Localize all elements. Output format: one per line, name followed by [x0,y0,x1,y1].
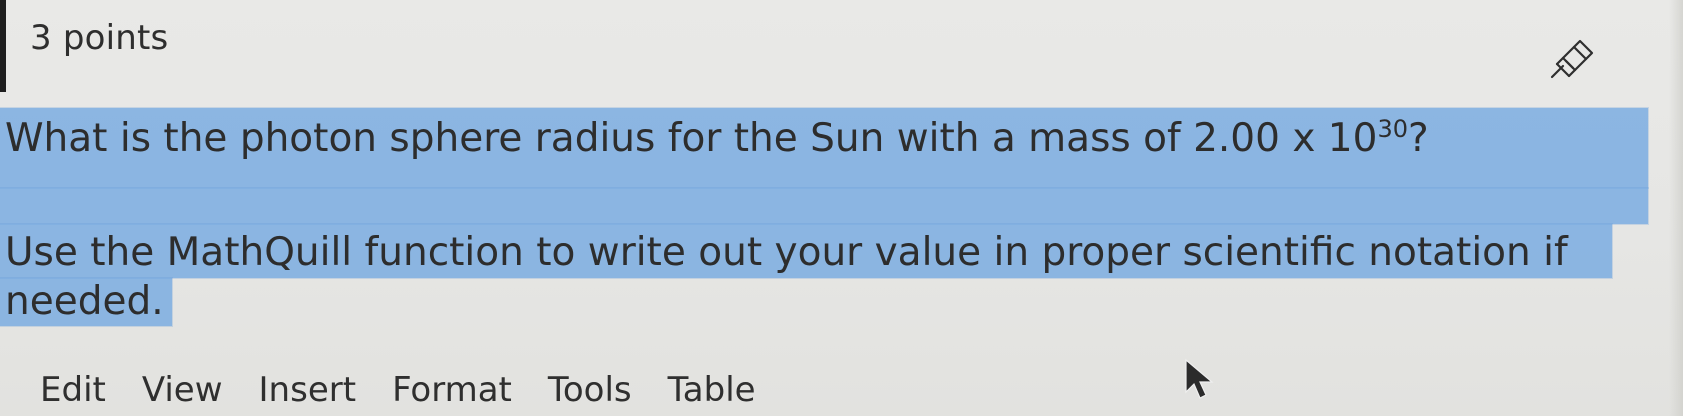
exponent: 30 [1377,115,1408,143]
question-mark: ? [1407,116,1429,161]
pin-icon[interactable] [1543,36,1599,80]
question-line-3: needed. [5,279,164,324]
question-line-1-text: What is the photon sphere radius for the… [5,116,1378,161]
menu-tools[interactable]: Tools [548,370,632,410]
menu-insert[interactable]: Insert [259,370,357,410]
menu-view[interactable]: View [142,370,223,410]
question-border [0,0,6,92]
points-label: 3 points [30,18,169,58]
mouse-cursor-icon [1183,358,1217,400]
question-text-block: What is the photon sphere radius for the… [0,100,1683,330]
menu-format[interactable]: Format [392,370,512,410]
question-line-1: What is the photon sphere radius for the… [5,115,1429,163]
screen-edge-shadow [1669,0,1683,416]
quiz-question-screen: 3 points What is the photon sphere radiu… [0,0,1683,416]
editor-menu-bar: Edit View Insert Format Tools Table [40,370,756,410]
menu-edit[interactable]: Edit [40,370,106,410]
selection-highlight [0,188,1648,224]
menu-table[interactable]: Table [668,370,756,410]
question-line-2: Use the MathQuill function to write out … [5,230,1568,275]
